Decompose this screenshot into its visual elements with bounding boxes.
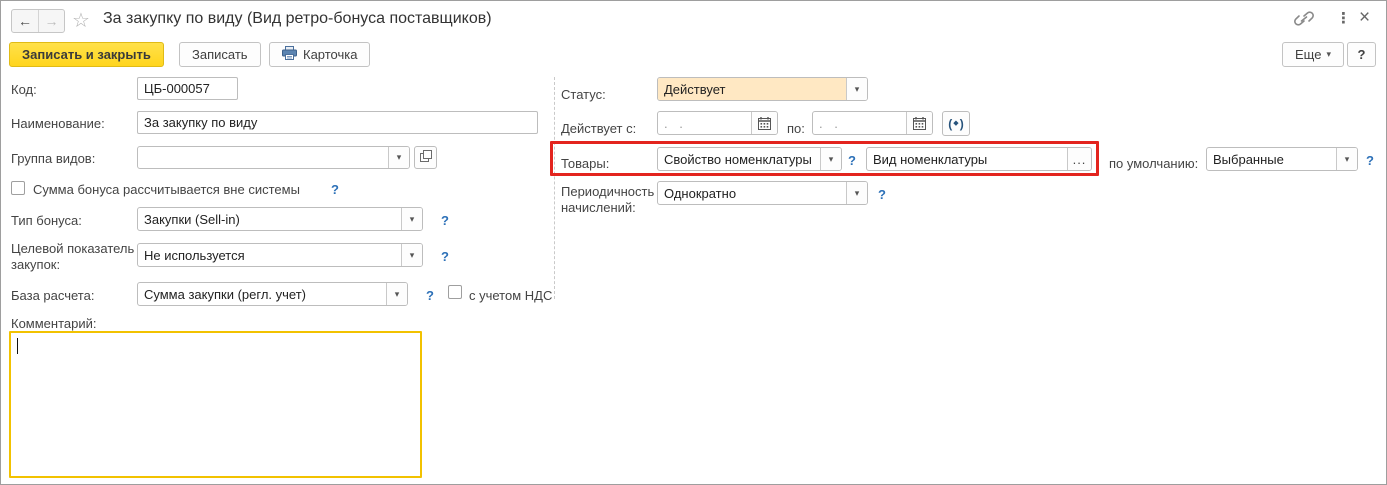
goods-help[interactable]: ? bbox=[848, 153, 856, 168]
valid-from-field[interactable]: . . bbox=[657, 111, 778, 135]
default-value: Выбранные bbox=[1213, 151, 1284, 167]
calendar-icon[interactable] bbox=[751, 112, 777, 134]
bonus-type-field[interactable]: Закупки (Sell-in) ▾ bbox=[137, 207, 423, 231]
window: ← → ☆ За закупку по виду (Вид ретро-бону… bbox=[0, 0, 1387, 485]
open-window-icon bbox=[419, 150, 432, 165]
goods-label: Товары: bbox=[561, 156, 610, 171]
external-bonus-label: Сумма бонуса рассчитывается вне системы bbox=[33, 182, 300, 197]
name-value: За закупку по виду bbox=[144, 115, 258, 130]
periodicity-dropdown-arrow-icon[interactable]: ▾ bbox=[846, 182, 867, 204]
target-indicator-help[interactable]: ? bbox=[441, 249, 449, 264]
goods-choose-ellipsis-button[interactable]: ... bbox=[1067, 148, 1091, 170]
page-title: За закупку по виду (Вид ретро-бонуса пос… bbox=[103, 10, 492, 27]
comment-textarea[interactable] bbox=[9, 331, 422, 478]
default-help[interactable]: ? bbox=[1366, 153, 1374, 168]
chevron-down-icon: ▾ bbox=[1326, 49, 1331, 59]
more-menu-dots-icon[interactable]: ⋮ bbox=[1336, 9, 1351, 27]
group-dropdown-arrow-icon[interactable]: ▾ bbox=[388, 147, 409, 168]
nav-history-group: ← → bbox=[11, 9, 65, 33]
name-label: Наименование: bbox=[11, 116, 105, 131]
name-field[interactable]: За закупку по виду bbox=[137, 111, 538, 134]
code-label: Код: bbox=[11, 82, 37, 97]
periodicity-field[interactable]: Однократно ▾ bbox=[657, 181, 868, 205]
bonus-type-help[interactable]: ? bbox=[441, 213, 449, 228]
group-value bbox=[138, 147, 388, 168]
comment-label: Комментарий: bbox=[11, 316, 97, 331]
status-value: Действует bbox=[658, 78, 846, 100]
periodicity-value: Однократно bbox=[664, 185, 737, 201]
goods-value-field[interactable]: Вид номенклатуры ... bbox=[866, 147, 1092, 171]
valid-from-label: Действует с: bbox=[561, 121, 637, 136]
calendar-icon[interactable] bbox=[906, 112, 932, 134]
bonus-type-label: Тип бонуса: bbox=[11, 213, 82, 228]
code-field[interactable]: ЦБ-000057 bbox=[137, 77, 238, 100]
card-button[interactable]: Карточка bbox=[269, 42, 371, 67]
calc-base-label: База расчета: bbox=[11, 288, 95, 303]
bonus-type-value: Закупки (Sell-in) bbox=[144, 211, 240, 227]
back-icon[interactable]: ← bbox=[12, 10, 38, 32]
column-separator bbox=[554, 77, 555, 299]
bonus-type-dropdown-arrow-icon[interactable]: ▾ bbox=[401, 208, 422, 230]
target-indicator-dropdown-arrow-icon[interactable]: ▾ bbox=[401, 244, 422, 266]
default-label: по умолчанию: bbox=[1109, 156, 1199, 171]
calc-base-field[interactable]: Сумма закупки (регл. учет) ▾ bbox=[137, 282, 408, 306]
more-button-label: Еще bbox=[1295, 47, 1322, 62]
printer-icon bbox=[282, 46, 297, 63]
card-button-label: Карточка bbox=[303, 47, 358, 62]
close-icon[interactable]: × bbox=[1359, 7, 1370, 29]
vat-checkbox[interactable] bbox=[448, 285, 462, 299]
goods-selector-dropdown-arrow-icon[interactable]: ▾ bbox=[820, 148, 841, 170]
target-indicator-value: Не используется bbox=[144, 247, 245, 263]
valid-from-placeholder: . . bbox=[664, 115, 687, 131]
goods-value: Вид номенклатуры bbox=[873, 151, 988, 167]
group-field[interactable]: ▾ bbox=[137, 146, 410, 169]
external-bonus-checkbox[interactable] bbox=[11, 181, 25, 195]
text-caret bbox=[17, 338, 18, 354]
more-button[interactable]: Еще ▾ bbox=[1282, 42, 1344, 67]
valid-to-label: по: bbox=[787, 121, 805, 136]
calc-base-value: Сумма закупки (регл. учет) bbox=[144, 286, 306, 302]
periodicity-help[interactable]: ? bbox=[878, 187, 886, 202]
goods-selector-field[interactable]: Свойство номенклатуры ▾ bbox=[657, 147, 842, 171]
target-indicator-label: Целевой показатель закупок: bbox=[11, 241, 135, 272]
external-bonus-help[interactable]: ? bbox=[331, 182, 339, 197]
default-dropdown-arrow-icon[interactable]: ▾ bbox=[1336, 148, 1357, 170]
help-button[interactable]: ? bbox=[1347, 42, 1376, 67]
code-value: ЦБ-000057 bbox=[144, 81, 210, 96]
status-field[interactable]: Действует ▾ bbox=[657, 77, 868, 101]
save-and-close-button[interactable]: Записать и закрыть bbox=[9, 42, 164, 67]
choose-period-icon[interactable]: (◆) bbox=[942, 111, 970, 136]
group-open-button[interactable] bbox=[414, 146, 437, 169]
valid-to-field[interactable]: . . bbox=[812, 111, 933, 135]
target-indicator-field[interactable]: Не используется ▾ bbox=[137, 243, 423, 267]
status-dropdown-arrow-icon[interactable]: ▾ bbox=[846, 78, 867, 100]
calc-base-dropdown-arrow-icon[interactable]: ▾ bbox=[386, 283, 407, 305]
default-field[interactable]: Выбранные ▾ bbox=[1206, 147, 1358, 171]
save-button[interactable]: Записать bbox=[179, 42, 261, 67]
status-label: Статус: bbox=[561, 87, 606, 102]
forward-icon[interactable]: → bbox=[38, 10, 64, 32]
group-label: Группа видов: bbox=[11, 151, 96, 166]
calc-base-help[interactable]: ? bbox=[426, 288, 434, 303]
vat-label: с учетом НДС bbox=[469, 288, 553, 303]
get-link-icon[interactable] bbox=[1294, 11, 1314, 30]
valid-to-placeholder: . . bbox=[819, 115, 842, 131]
goods-selector-value: Свойство номенклатуры bbox=[664, 151, 812, 167]
favorite-star-icon[interactable]: ☆ bbox=[72, 8, 90, 33]
periodicity-label: Периодичность начислений: bbox=[561, 184, 655, 215]
